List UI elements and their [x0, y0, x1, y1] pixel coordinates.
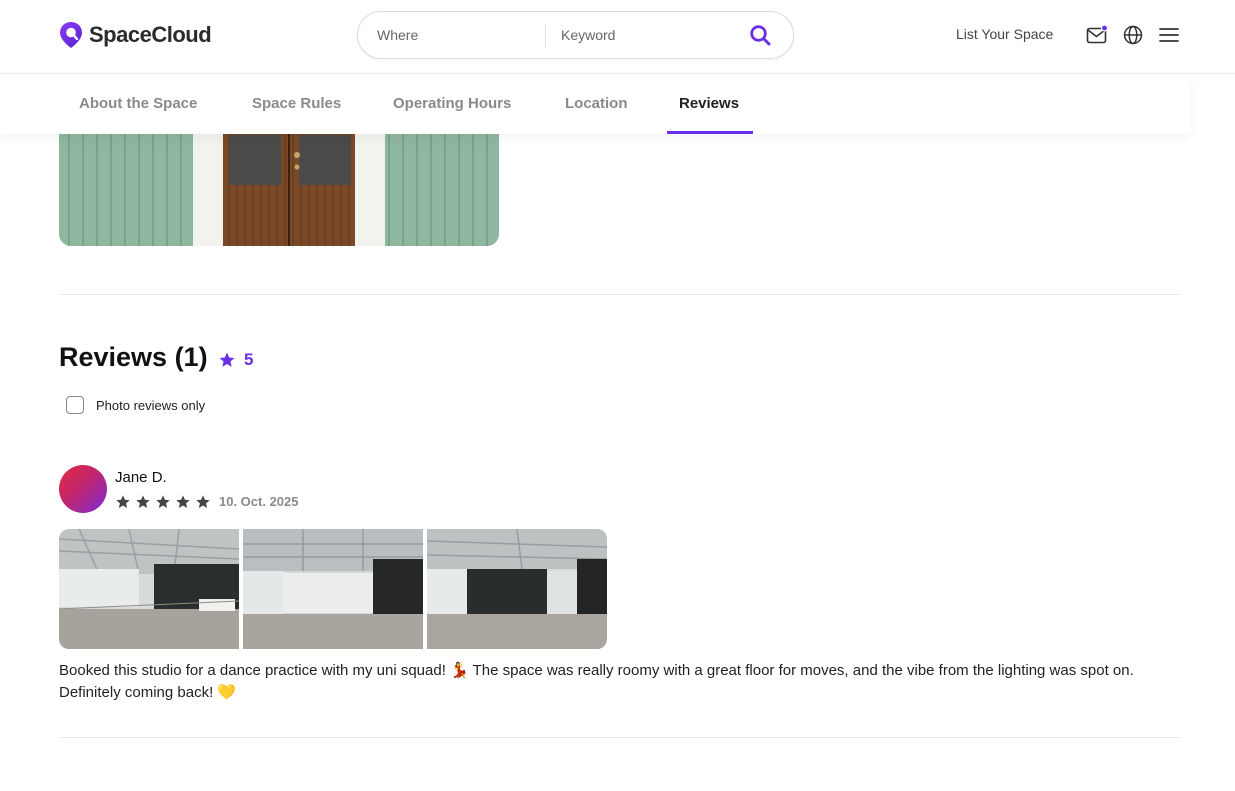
tab-reviews[interactable]: Reviews — [679, 74, 739, 134]
logo-pin-icon — [60, 22, 82, 48]
rating-value: 5 — [244, 350, 254, 369]
search-bar — [357, 11, 794, 59]
list-your-space-link[interactable]: List Your Space — [956, 26, 1053, 42]
reviews-title: Reviews (1) — [59, 342, 208, 372]
studio-photo-image — [427, 529, 607, 649]
review-photos — [59, 529, 607, 649]
tab-operating-hours[interactable]: Operating Hours — [393, 74, 511, 134]
tab-space-rules[interactable]: Space Rules — [252, 74, 341, 134]
keyword-input[interactable] — [561, 12, 731, 58]
photo-reviews-filter[interactable]: Photo reviews only — [66, 396, 205, 414]
section-divider — [59, 737, 1180, 738]
star-icon — [156, 495, 170, 508]
review-photo-thumbnail[interactable] — [59, 529, 239, 649]
search-divider — [545, 24, 546, 48]
review-text: Booked this studio for a dance practice … — [59, 662, 1134, 701]
star-icon — [136, 495, 150, 508]
avatar — [59, 465, 107, 513]
where-input[interactable] — [377, 12, 537, 58]
section-tabs: About the Space Space Rules Operating Ho… — [0, 74, 1190, 134]
logo[interactable]: SpaceCloud — [59, 21, 212, 49]
section-divider — [59, 294, 1180, 295]
hamburger-menu-icon[interactable] — [1158, 24, 1180, 46]
star-icon — [196, 495, 210, 508]
review-date: 10. Oct. 2025 — [219, 494, 299, 509]
photo-reviews-checkbox[interactable] — [66, 396, 84, 414]
review-photo-thumbnail[interactable] — [243, 529, 423, 649]
star-icon — [176, 495, 190, 508]
mail-notification-icon[interactable] — [1086, 24, 1108, 46]
studio-photo-image — [243, 529, 423, 649]
search-icon[interactable] — [748, 23, 772, 47]
tab-location[interactable]: Location — [565, 74, 628, 134]
top-header: SpaceCloud List Your Space — [0, 0, 1235, 74]
review-photo-thumbnail[interactable] — [427, 529, 607, 649]
active-tab-indicator — [667, 131, 753, 134]
review-stars — [115, 494, 211, 510]
star-icon — [116, 495, 130, 508]
reviewer-name: Jane D. — [115, 469, 167, 486]
logo-text: SpaceCloud — [89, 22, 212, 47]
studio-photo-image — [59, 529, 239, 649]
photo-reviews-label: Photo reviews only — [96, 397, 206, 413]
tab-about-the-space[interactable]: About the Space — [79, 74, 197, 134]
globe-icon[interactable] — [1122, 24, 1144, 46]
star-icon — [219, 352, 235, 367]
reviews-rating: 5 — [218, 350, 253, 370]
